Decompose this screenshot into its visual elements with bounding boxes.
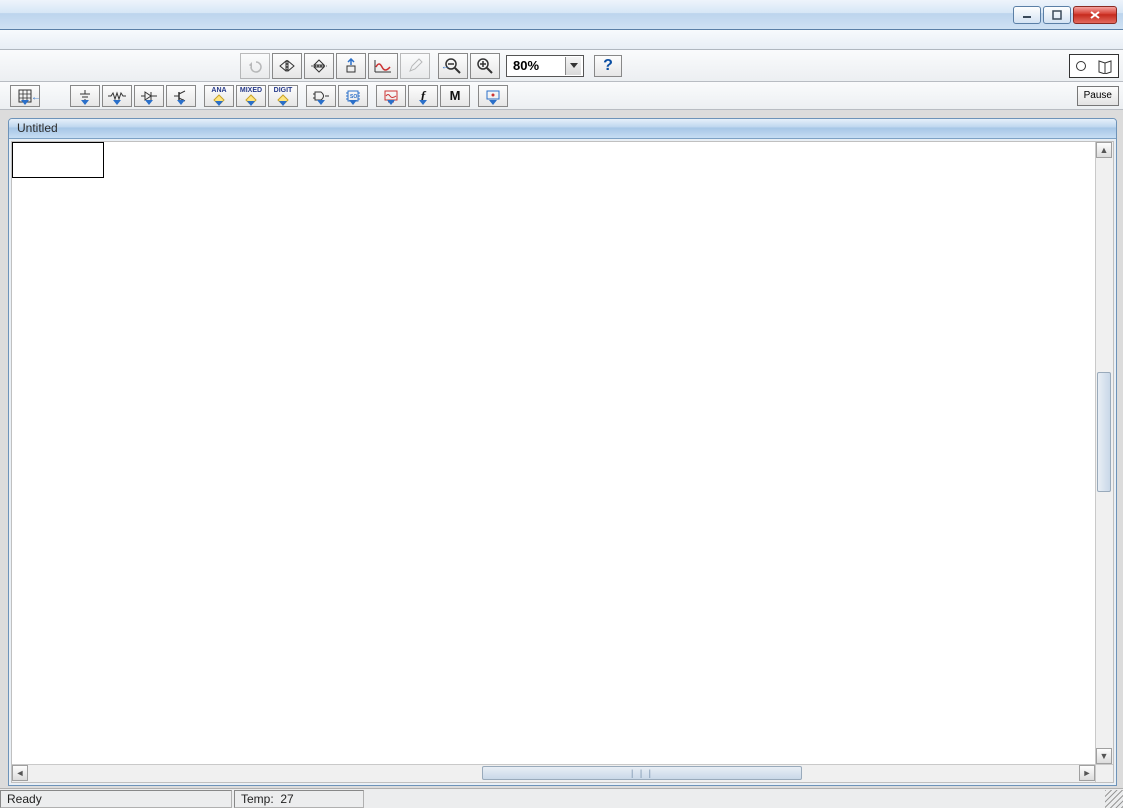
horizontal-scrollbar[interactable]: ◄ | | | ► (12, 764, 1095, 782)
ic-button[interactable]: SO (338, 85, 368, 107)
menu-bar (0, 30, 1123, 50)
resistor-button[interactable] (102, 85, 132, 107)
scroll-up-arrow-icon[interactable]: ▲ (1096, 142, 1112, 158)
document-titlebar[interactable]: Untitled (9, 119, 1116, 139)
scroll-left-arrow-icon[interactable]: ◄ (12, 765, 28, 781)
function-button[interactable]: f (408, 85, 438, 107)
zoom-out-button[interactable]: ← (438, 53, 468, 79)
mirror-horizontal-button[interactable] (272, 53, 302, 79)
vertical-scroll-thumb[interactable] (1097, 372, 1111, 492)
schematic-canvas[interactable] (12, 142, 1095, 764)
mirror-vertical-button[interactable] (304, 53, 334, 79)
instrument-widget[interactable] (1069, 54, 1119, 78)
pause-button[interactable]: Pause (1077, 86, 1119, 106)
edit-button[interactable] (400, 53, 430, 79)
status-ready-panel: Ready (0, 790, 232, 808)
digital-primitives-button[interactable]: DIGIT (268, 85, 298, 107)
book-icon (1097, 58, 1113, 74)
display-button[interactable] (478, 85, 508, 107)
main-toolbar: ← 80% ? (0, 50, 1123, 82)
transistor-button[interactable] (166, 85, 196, 107)
diode-button[interactable] (134, 85, 164, 107)
scope-button[interactable] (376, 85, 406, 107)
scroll-right-arrow-icon[interactable]: ► (1079, 765, 1095, 781)
temp-value: 27 (280, 792, 293, 806)
vertical-scrollbar[interactable]: ▲ ▼ (1095, 142, 1113, 764)
scroll-down-arrow-icon[interactable]: ▼ (1096, 748, 1112, 764)
ground-button[interactable] (70, 85, 100, 107)
zoom-combo[interactable]: 80% (506, 55, 584, 77)
document-title: Untitled (17, 121, 58, 135)
gate-button[interactable] (306, 85, 336, 107)
minimize-button[interactable] (1013, 6, 1041, 24)
zoom-value: 80% (513, 58, 539, 73)
grid-button[interactable]: ← (10, 85, 40, 107)
status-ready: Ready (7, 792, 42, 806)
status-temp-panel: Temp: 27 (234, 790, 364, 808)
instrument-icon (1076, 61, 1086, 71)
rotate-button[interactable] (336, 53, 366, 79)
graph-button[interactable] (368, 53, 398, 79)
analog-primitives-button[interactable]: ANA (204, 85, 234, 107)
macro-button[interactable]: M (440, 85, 470, 107)
window-titlebar (0, 0, 1123, 30)
resize-grip-icon[interactable] (1105, 790, 1123, 808)
chevron-down-icon[interactable] (565, 57, 581, 75)
scroll-corner (1095, 764, 1113, 782)
horizontal-scroll-thumb[interactable]: | | | (482, 766, 802, 780)
zoom-in-button[interactable] (470, 53, 500, 79)
help-button[interactable]: ? (594, 55, 622, 77)
status-bar: Ready Temp: 27 (0, 788, 1123, 808)
maximize-button[interactable] (1043, 6, 1071, 24)
temp-label: Temp: (241, 792, 274, 806)
close-button[interactable] (1073, 6, 1117, 24)
selection-box (12, 142, 104, 178)
component-toolbar: ← ANA MIXED DIGIT SO f M Pause (0, 82, 1123, 110)
workspace: Untitled ▲ ▼ ◄ | | | ► (8, 118, 1117, 786)
mixed-primitives-button[interactable]: MIXED (236, 85, 266, 107)
undo-button[interactable] (240, 53, 270, 79)
